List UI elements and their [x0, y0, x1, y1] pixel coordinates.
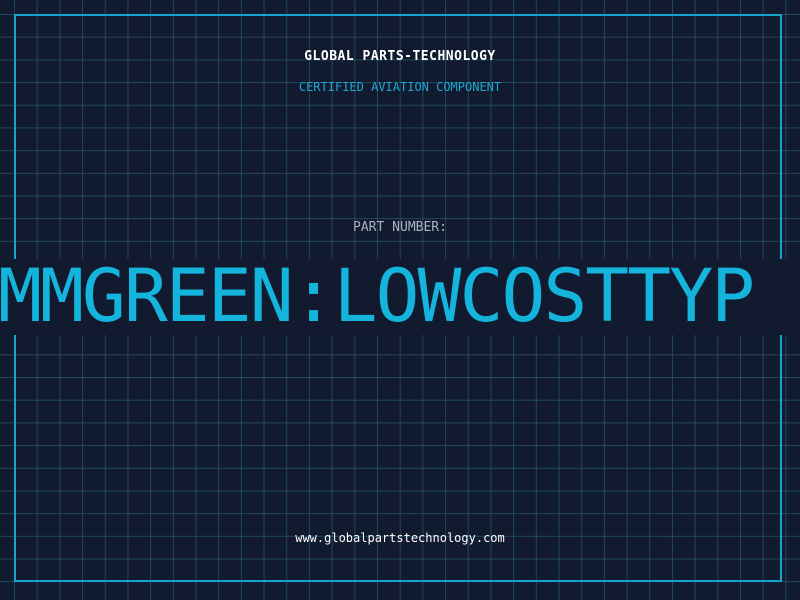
part-number-band: MMGREEN:LOWCOSTTYP [0, 259, 800, 335]
website-url[interactable]: www.globalpartstechnology.com [0, 531, 800, 545]
certificate-canvas: GLOBAL PARTS-TECHNOLOGY CERTIFIED AVIATI… [0, 0, 800, 600]
part-number-value: MMGREEN:LOWCOSTTYP [0, 259, 755, 335]
company-name: GLOBAL PARTS-TECHNOLOGY [304, 49, 496, 64]
company-tagline: CERTIFIED AVIATION COMPONENT [298, 80, 502, 94]
part-number-label: PART NUMBER: [353, 220, 447, 235]
